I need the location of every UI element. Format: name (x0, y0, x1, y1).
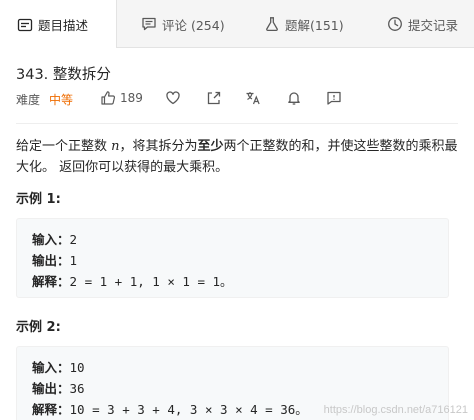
description-icon (17, 17, 33, 33)
problem-description: 给定一个正整数 n，将其拆分为至少两个正整数的和，并使这些整数的乘积最大化。 返… (16, 136, 461, 178)
tab-comments[interactable]: 评论 (254) (141, 0, 225, 48)
desc-text: 给定一个正整数 (16, 139, 112, 154)
bell-icon[interactable] (286, 90, 302, 106)
like-count: 189 (120, 91, 143, 105)
divider (16, 123, 458, 124)
tab-label: 题解(151) (285, 17, 344, 33)
example-key: 输出： (32, 381, 70, 396)
tab-description[interactable]: 题目描述 (0, 0, 117, 49)
tab-label: 评论 (254) (162, 17, 225, 33)
example-title: 示例 1: (16, 192, 61, 207)
history-icon (387, 16, 403, 32)
example-line: 输出：1 (32, 250, 77, 269)
example-line: 输出：36 (32, 378, 85, 397)
difficulty-badge: 中等 (49, 92, 74, 107)
example-value: 10 = 3 + 3 + 4, 3 × 3 × 4 = 36。 (69, 402, 308, 417)
example-key: 解释： (32, 402, 70, 417)
example-key: 解释： (32, 274, 70, 289)
tab-submissions[interactable]: 提交记录 (387, 0, 458, 48)
translate-icon[interactable] (245, 90, 261, 106)
share-icon[interactable] (206, 90, 222, 106)
tab-solutions[interactable]: 题解(151) (264, 0, 344, 48)
example-line: 输入：10 (32, 357, 85, 376)
example-box: 输入：2 输出：1 解释：2 = 1 + 1, 1 × 1 = 1。 (16, 218, 449, 298)
heart-icon[interactable] (165, 90, 181, 106)
example-value: 10 (69, 360, 85, 375)
example-line: 输入：2 (32, 229, 77, 248)
desc-text: ，将其拆分为 (119, 139, 198, 154)
difficulty-label: 难度 (16, 92, 41, 107)
problem-panel: 343. 整数拆分 难度 中等 189 给定一个正整数 n，将其拆分为至少两个正… (0, 48, 474, 420)
example-value: 2 = 1 + 1, 1 × 1 = 1。 (69, 274, 233, 289)
example-value: 36 (69, 381, 85, 396)
watermark: https://blog.csdn.net/a716121 (323, 404, 468, 416)
example-title: 示例 2: (16, 320, 61, 335)
flask-icon (264, 16, 280, 32)
desc-bold: 至少 (197, 139, 224, 154)
example-value: 1 (69, 253, 78, 268)
desc-variable: n (111, 139, 120, 154)
example-value: 2 (69, 232, 78, 247)
comment-icon (141, 16, 157, 32)
example-key: 输出： (32, 253, 70, 268)
example-line: 解释：2 = 1 + 1, 1 × 1 = 1。 (32, 271, 233, 290)
problem-meta: 难度 中等 189 (16, 90, 456, 108)
like-icon[interactable] (100, 90, 116, 106)
problem-title: 343. 整数拆分 (16, 67, 111, 83)
tab-bar: 题目描述 评论 (254) 题解(151) 提交记录 (0, 0, 474, 49)
example-line: 解释：10 = 3 + 3 + 4, 3 × 3 × 4 = 36。 (32, 399, 308, 418)
tab-label: 提交记录 (408, 17, 459, 33)
example-key: 输入： (32, 232, 70, 247)
feedback-icon[interactable] (326, 90, 342, 106)
example-key: 输入： (32, 360, 70, 375)
tab-label: 题目描述 (38, 18, 89, 33)
